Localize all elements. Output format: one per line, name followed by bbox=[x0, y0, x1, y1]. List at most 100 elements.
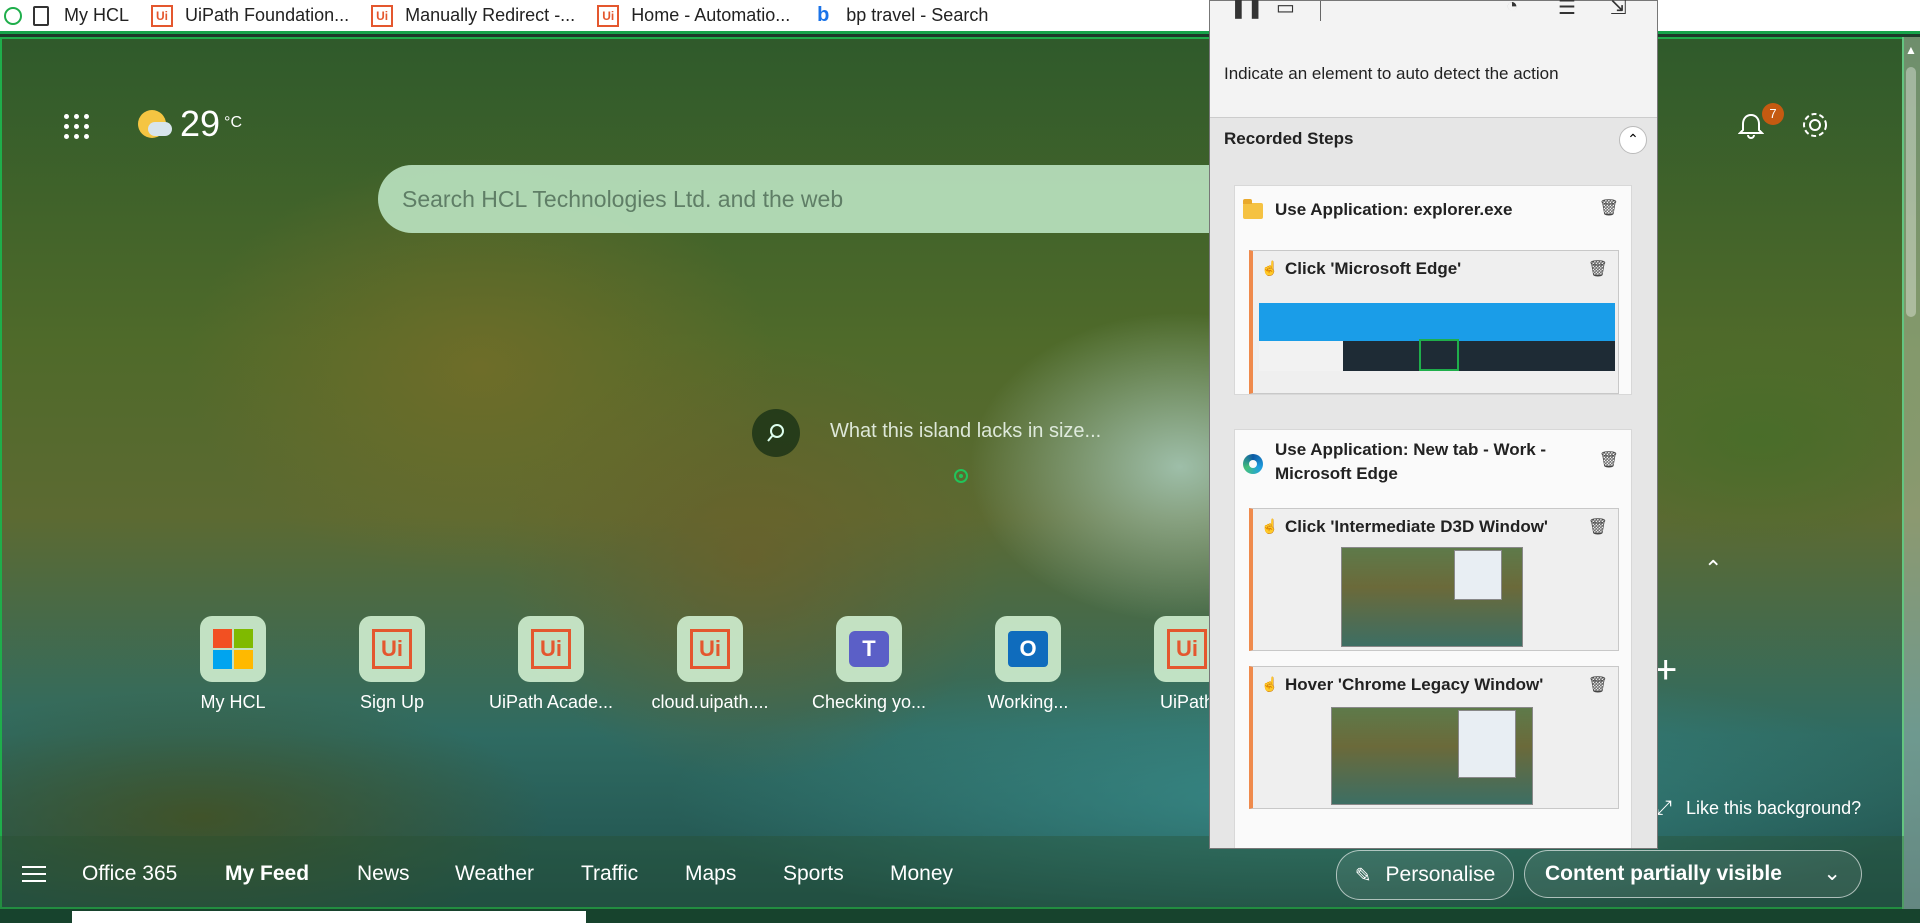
quick-link-uipath-academy[interactable]: Ui UiPath Acade... bbox=[481, 616, 621, 713]
bing-icon: b bbox=[817, 4, 830, 26]
uipath-icon: Ui bbox=[531, 629, 571, 669]
favorite-label: Manually Redirect -... bbox=[405, 5, 576, 25]
chevron-up-icon[interactable]: ⌃ bbox=[1704, 556, 1722, 582]
delete-icon[interactable]: 🗑 bbox=[1588, 259, 1608, 279]
step-card[interactable]: Use Application: New tab - Work - Micros… bbox=[1234, 429, 1632, 848]
favorite-bp-travel[interactable]: b bp travel - Search bbox=[812, 4, 988, 27]
teams-icon: T bbox=[849, 631, 889, 667]
quick-link-sign-up[interactable]: Ui Sign Up bbox=[322, 616, 462, 713]
quick-link-my-hcl[interactable]: My HCL bbox=[163, 616, 303, 713]
personalise-label: Personalise bbox=[1385, 863, 1496, 886]
personalise-button[interactable]: ✎ Personalise bbox=[1336, 850, 1514, 900]
nav-money[interactable]: Money bbox=[890, 862, 953, 886]
action-card[interactable]: ☝ Click 'Intermediate D3D Window' 🗑 bbox=[1249, 508, 1619, 651]
delete-icon[interactable]: 🗑 bbox=[1599, 198, 1619, 218]
step-title: Use Application: New tab - Work - Micros… bbox=[1275, 440, 1547, 483]
quick-link-label: Working... bbox=[987, 692, 1069, 712]
temperature-unit: °C bbox=[224, 114, 242, 131]
uipath-icon: Ui bbox=[1167, 629, 1207, 669]
recording-mode-icon[interactable]: ▭ bbox=[1276, 0, 1295, 20]
temperature: 29 bbox=[180, 103, 221, 144]
recorder-toolbar: ❚❚ ▭ ◔ ☰ ⇲ bbox=[1210, 0, 1657, 23]
like-background-link[interactable]: ⤢ Like this background? bbox=[1656, 797, 1861, 820]
action-title: Click 'Intermediate D3D Window' bbox=[1285, 517, 1548, 536]
favorite-manually-redirect[interactable]: Ui Manually Redirect -... bbox=[371, 4, 576, 27]
taskbar-search-box[interactable] bbox=[72, 911, 586, 923]
edge-icon bbox=[1243, 454, 1263, 474]
action-title: Click 'Microsoft Edge' bbox=[1285, 259, 1462, 278]
recorded-steps-list: Use Application: explorer.exe 🗑 ☝ Click … bbox=[1210, 161, 1657, 848]
nav-traffic[interactable]: Traffic bbox=[581, 862, 638, 886]
nav-news[interactable]: News bbox=[357, 862, 410, 886]
weather-widget[interactable]: 29 °C bbox=[138, 104, 242, 144]
uipath-icon: Ui bbox=[151, 4, 174, 27]
recorder-panel: ❚❚ ▭ ◔ ☰ ⇲ Indicate an element to auto d… bbox=[1209, 0, 1658, 849]
favorite-uipath-foundation[interactable]: Ui UiPath Foundation... bbox=[151, 4, 350, 27]
content-visibility-label: Content partially visible bbox=[1545, 862, 1782, 885]
search-image-icon[interactable] bbox=[752, 409, 800, 457]
step-title: Use Application: explorer.exe bbox=[1275, 200, 1513, 219]
recorder-cursor-icon bbox=[954, 469, 968, 483]
delete-icon[interactable]: 🗑 bbox=[1588, 517, 1608, 537]
content-visibility-dropdown[interactable]: Content partially visible ⌄ bbox=[1524, 850, 1862, 898]
quick-link-label: My HCL bbox=[200, 692, 266, 712]
quick-link-label: cloud.uipath.... bbox=[651, 692, 769, 712]
delete-icon[interactable]: 🗑 bbox=[1599, 450, 1619, 470]
hover-icon: ☝ bbox=[1261, 676, 1279, 692]
uipath-icon: Ui bbox=[597, 4, 620, 27]
taskbar bbox=[0, 909, 1920, 923]
app-launcher-icon[interactable] bbox=[64, 114, 90, 140]
palette-icon[interactable]: ◔ bbox=[1506, 0, 1518, 18]
nav-office-365[interactable]: Office 365 bbox=[82, 862, 177, 886]
action-card[interactable]: ☝ Click 'Microsoft Edge' 🗑 bbox=[1249, 250, 1619, 394]
menu-icon[interactable] bbox=[22, 866, 46, 887]
microsoft-icon bbox=[213, 629, 253, 669]
chevron-down-icon: ⌄ bbox=[1823, 862, 1841, 885]
bell-icon[interactable] bbox=[1737, 112, 1765, 145]
list-icon[interactable]: ☰ bbox=[1558, 0, 1576, 20]
favorite-label: UiPath Foundation... bbox=[185, 5, 350, 25]
recorded-steps-title: Recorded Steps bbox=[1224, 129, 1354, 148]
quick-link-label: Sign Up bbox=[359, 692, 425, 712]
quick-link-label: Checking yo... bbox=[811, 692, 927, 712]
pause-icon[interactable]: ❚❚ bbox=[1230, 0, 1264, 20]
quick-link-label: UiPath Acade... bbox=[488, 692, 614, 712]
toolbar-separator bbox=[1320, 1, 1321, 21]
favorite-home-automation[interactable]: Ui Home - Automatio... bbox=[597, 4, 790, 27]
folder-icon bbox=[1243, 199, 1263, 219]
screenshot-thumbnail bbox=[1259, 303, 1615, 371]
page-scrollbar[interactable]: ▲ bbox=[1902, 37, 1920, 909]
image-caption[interactable]: What this island lacks in size... bbox=[830, 420, 1101, 443]
favorite-my-hcl[interactable]: My HCL bbox=[4, 5, 129, 27]
partly-sunny-icon bbox=[138, 110, 172, 138]
document-icon bbox=[33, 5, 49, 26]
uipath-icon: Ui bbox=[371, 4, 394, 27]
recorder-instruction: Indicate an element to auto detect the a… bbox=[1224, 64, 1559, 83]
uipath-icon: Ui bbox=[690, 629, 730, 669]
delete-icon[interactable]: 🗑 bbox=[1588, 675, 1608, 695]
gear-icon[interactable] bbox=[1800, 110, 1830, 145]
quick-link-checking[interactable]: T Checking yo... bbox=[799, 616, 939, 713]
screenshot-thumbnail bbox=[1331, 707, 1533, 805]
nav-my-feed[interactable]: My Feed bbox=[225, 862, 309, 886]
nav-weather[interactable]: Weather bbox=[455, 862, 534, 886]
nav-maps[interactable]: Maps bbox=[685, 862, 736, 886]
quick-link-working[interactable]: O Working... bbox=[958, 616, 1098, 713]
action-title: Hover 'Chrome Legacy Window' bbox=[1285, 675, 1544, 694]
scrollbar-thumb[interactable] bbox=[1906, 67, 1916, 317]
click-icon: ☝ bbox=[1261, 518, 1279, 534]
click-icon: ☝ bbox=[1261, 260, 1279, 276]
pencil-icon: ✎ bbox=[1354, 864, 1372, 887]
export-icon[interactable]: ⇲ bbox=[1610, 0, 1627, 20]
uipath-icon: Ui bbox=[372, 629, 412, 669]
quick-link-cloud-uipath[interactable]: Ui cloud.uipath.... bbox=[640, 616, 780, 713]
collapse-icon[interactable]: ⌃ bbox=[1619, 126, 1647, 154]
expand-icon: ⤢ bbox=[1656, 797, 1672, 819]
recorded-steps-header: Recorded Steps ⌃ bbox=[1210, 117, 1657, 162]
nav-sports[interactable]: Sports bbox=[783, 862, 844, 886]
favorite-label: My HCL bbox=[64, 5, 130, 25]
step-card[interactable]: Use Application: explorer.exe 🗑 ☝ Click … bbox=[1234, 185, 1632, 395]
recording-icon bbox=[4, 6, 22, 25]
scroll-up-icon[interactable]: ▲ bbox=[1905, 43, 1917, 57]
action-card[interactable]: ☝ Hover 'Chrome Legacy Window' 🗑 bbox=[1249, 666, 1619, 809]
